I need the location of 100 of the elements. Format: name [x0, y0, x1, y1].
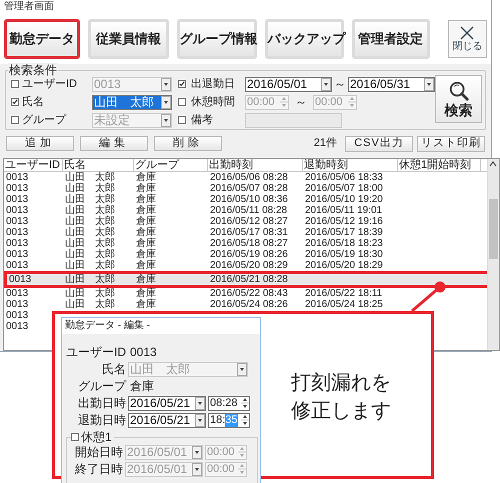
search-button[interactable]: 検索 — [435, 74, 482, 123]
table-cell-text: 山田 太郎 — [64, 226, 116, 238]
table-cell-text: 山田 太郎 — [64, 194, 116, 205]
scrollbar[interactable] — [487, 158, 499, 350]
dialog-title: 勤怠データ - 編集 - — [64, 318, 151, 332]
field-label: 氏名 — [101, 362, 126, 376]
table-cell-text: 山田 太郎 — [64, 274, 116, 285]
field-label: 休憩時間 — [191, 95, 236, 110]
scrollbar-thumb[interactable] — [489, 198, 498, 259]
tilde-separator: ～ — [295, 95, 307, 110]
table-cell-text: 2016/05/12 08:27 — [209, 216, 289, 227]
table-cell-text: 倉庫 — [135, 172, 157, 183]
field-label: ユーザーID — [22, 77, 78, 92]
field-label: グループ — [22, 113, 68, 128]
table-cell-text: 2016/05/10 19:20 — [304, 194, 384, 205]
checkbox[interactable] — [178, 116, 186, 124]
toolbar-tab[interactable]: 管理者設定 — [352, 18, 430, 59]
table-cell-text: 倉庫 — [135, 194, 157, 205]
table-cell-text: 2016/05/20 18:29 — [304, 260, 384, 271]
table-cell-text: 2016/05/19 18:30 — [304, 248, 384, 260]
field-label: 氏名 — [22, 95, 45, 110]
field-label: 出勤日時 — [77, 396, 126, 410]
table-cell-text: 2016/05/11 08:28 — [209, 204, 288, 216]
record-count: 21件 — [314, 137, 337, 150]
column-header[interactable]: 氏名 — [63, 158, 134, 171]
table-cell-text: 倉庫 — [135, 248, 157, 260]
table-cell-text: 山田 太郎 — [64, 216, 116, 227]
action-button[interactable]: 編集 — [80, 136, 148, 152]
dropdown[interactable]: 2016/05/01 — [245, 76, 332, 92]
toolbar-tab[interactable]: 勤怠データ — [4, 18, 80, 59]
spinner-arrows-icon — [280, 95, 288, 110]
export-button[interactable]: CSV出力 — [345, 136, 413, 152]
field-label: 出退勤日 — [191, 77, 236, 92]
spinner-arrows-icon — [348, 95, 356, 110]
table-cell-text: 倉庫 — [135, 216, 157, 227]
column-header[interactable]: 退勤時刻 — [303, 158, 398, 171]
table-cell-text: 0013 — [5, 248, 30, 260]
table-cell-text: 0013 — [5, 310, 30, 321]
table-cell-text: 0013 — [5, 216, 30, 227]
table-cell-text: 0013 — [5, 320, 30, 332]
table-cell-text: 2016/05/07 08:28 — [209, 182, 289, 194]
table-cell-text: 2016/05/12 19:16 — [304, 216, 384, 227]
table-cell-text: 2016/05/06 18:33 — [304, 172, 384, 183]
table-cell-text: 0013 — [5, 194, 30, 205]
table-cell-text: 2016/05/24 08:26 — [209, 298, 289, 310]
checkbox[interactable] — [11, 98, 19, 106]
column-header[interactable]: グループ — [134, 158, 208, 171]
field-label: ユーザーID — [66, 345, 126, 359]
table-cell-text: 倉庫 — [135, 298, 157, 310]
table-cell-text: 2016/05/11 19:01 — [304, 204, 384, 216]
group-title: 検索条件 — [8, 62, 58, 77]
field-label: 退勤日時 — [77, 413, 126, 427]
checkbox[interactable] — [71, 433, 79, 441]
table-cell-text: 倉庫 — [135, 274, 157, 285]
column-header[interactable]: 出勤時刻 — [208, 158, 303, 171]
callout-message-line: 修正します — [291, 399, 391, 424]
checkbox[interactable] — [11, 80, 19, 88]
table-cell-text: 2016/05/10 08:36 — [209, 194, 289, 205]
close-button[interactable]: 閉じる — [448, 20, 488, 58]
dropdown[interactable]: 2016/05/31 — [348, 76, 435, 92]
time-spinner[interactable]: 08:28 — [208, 396, 250, 410]
export-button[interactable]: リスト印刷 — [417, 136, 485, 152]
toolbar-tab[interactable]: グループ情報 — [176, 18, 257, 59]
checkbox[interactable] — [178, 98, 186, 106]
dropdown[interactable]: 2016/05/21 — [128, 412, 206, 428]
field-value: 0013 — [130, 344, 157, 361]
table-cell-text: 倉庫 — [135, 182, 157, 194]
table-cell-text: 2016/05/06 08:28 — [209, 172, 289, 183]
action-button[interactable]: 削除 — [154, 136, 222, 152]
table-cell-text: 0013 — [5, 288, 30, 299]
time-spinner[interactable]: 18:35 — [208, 412, 250, 428]
dropdown[interactable]: 2016/05/21 — [128, 396, 206, 410]
table-cell-text: 山田 太郎 — [64, 182, 116, 194]
action-button[interactable]: 追加 — [6, 136, 74, 152]
table-cell-text: 0013 — [5, 172, 30, 183]
table-cell-text: 山田 太郎 — [64, 204, 116, 216]
table-cell-text: 倉庫 — [135, 238, 157, 249]
scroll-up-icon — [488, 158, 498, 169]
table-cell-text: 2016/05/07 18:00 — [304, 182, 384, 194]
field-label: 終了日時 — [74, 462, 123, 476]
toolbar-tab[interactable]: 従業員情報 — [88, 18, 169, 59]
checkbox[interactable] — [11, 116, 19, 124]
column-header[interactable]: ユーザーID — [4, 158, 63, 171]
checkbox[interactable] — [178, 80, 186, 88]
toolbar-tab[interactable]: バックアップ — [264, 18, 344, 59]
dropdown[interactable]: 山田 太郎 — [92, 94, 172, 110]
table-cell-text: 0013 — [5, 238, 30, 249]
spinner-arrows-icon — [238, 445, 246, 459]
spinner-arrows-icon — [241, 413, 249, 427]
table-cell-text: 倉庫 — [135, 260, 157, 271]
table-cell-text: 倉庫 — [135, 226, 157, 238]
column-header[interactable]: 休憩1開始時刻 — [398, 158, 481, 171]
table-cell-text: 2016/05/19 08:26 — [209, 248, 289, 260]
search-icon — [448, 80, 470, 102]
table-cell-text: 山田 太郎 — [64, 248, 116, 260]
table-cell-text: 0013 — [5, 182, 30, 194]
table-cell-text: 2016/05/18 08:27 — [209, 238, 289, 249]
table-cell-text: 2016/05/20 08:29 — [209, 260, 289, 271]
table-cell-text: 0013 — [5, 260, 30, 271]
table-cell-text: 0013 — [8, 274, 32, 285]
